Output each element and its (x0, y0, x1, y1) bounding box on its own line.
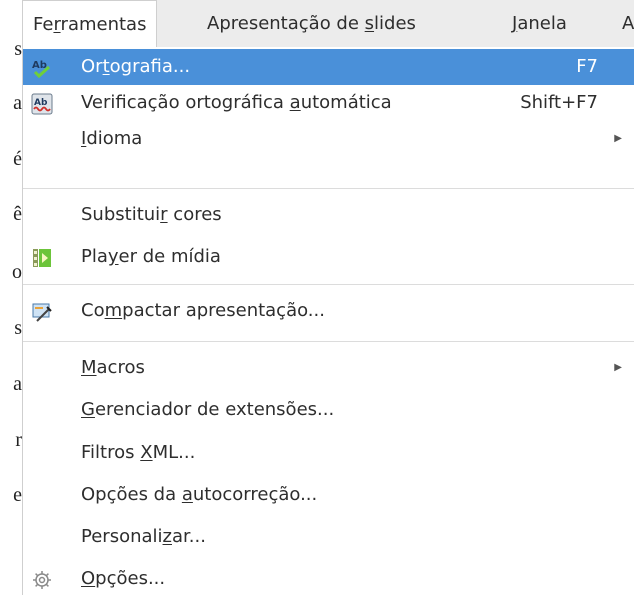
menu-label-part: lides (374, 13, 416, 34)
menu-item-verificacao-automatica[interactable]: Ab Verificação ortográfica automática Sh… (23, 85, 634, 121)
submenu-arrow-icon: ▶ (614, 133, 622, 144)
label-part: ografia... (109, 56, 191, 77)
label-mnemonic: r (160, 204, 168, 225)
menu-bar: Ferramentas Apresentação de slides Janel… (22, 0, 634, 48)
label-mnemonic: t (102, 56, 110, 77)
label-part: pções... (95, 568, 166, 589)
menu-item-opcoes[interactable]: Opções... (23, 561, 634, 597)
label-part: Personali (81, 526, 163, 547)
menu-item-label: Filtros XML... (81, 435, 195, 471)
label-part: dioma (86, 128, 143, 149)
label-mnemonic: m (104, 300, 123, 321)
label-part: utocorreção... (192, 484, 318, 505)
label-part: er de mídia (118, 246, 221, 267)
label-mnemonic: O (81, 568, 96, 589)
menu-janela[interactable]: Janela (502, 0, 577, 47)
submenu-arrow-icon: ▶ (614, 362, 622, 373)
menu-separator (23, 284, 634, 285)
label-part: cores (167, 204, 222, 225)
label-part: Or (81, 56, 103, 77)
label-part: acros (96, 357, 145, 378)
doc-letter: r (15, 429, 22, 451)
label-part: Substitui (81, 204, 161, 225)
tools-dropdown-menu: Ab Ortografia... F7 Ab Verificação ortog… (22, 47, 634, 595)
gear-icon (31, 568, 53, 590)
menu-separator (23, 188, 634, 189)
menu-item-label: Macros (81, 350, 145, 386)
label-part: ML... (152, 442, 196, 463)
menu-mnemonic: r (53, 14, 61, 35)
menu-item-label: Personalizar... (81, 519, 206, 555)
menu-ajuda[interactable]: A (612, 0, 634, 47)
menu-item-label: Verificação ortográfica automática (81, 85, 392, 121)
menu-label-part: Fe (33, 14, 54, 35)
menu-item-label: Substituir cores (81, 197, 222, 233)
doc-letter: a (13, 373, 22, 395)
doc-letter: s (14, 38, 22, 60)
label-part: Filtros (81, 442, 141, 463)
shortcut-label: F7 (576, 56, 598, 77)
menu-item-substituir-cores[interactable]: Substituir cores (23, 197, 634, 233)
shortcut-label: Shift+F7 (520, 92, 598, 113)
menu-item-compactar-apresentacao[interactable]: Compactar apresentação... (23, 293, 634, 329)
menu-item-label: Ortografia... (81, 49, 190, 85)
menu-item-label: Gerenciador de extensões... (81, 392, 334, 428)
label-mnemonic: z (162, 526, 172, 547)
label-mnemonic: a (289, 92, 301, 113)
media-player-icon (31, 246, 53, 268)
menu-item-personalizar[interactable]: Personalizar... (23, 519, 634, 555)
menu-item-label: Compactar apresentação... (81, 293, 325, 329)
menu-label-part: A (622, 13, 634, 34)
background-document: s a é ê o s a r e (0, 0, 22, 595)
menu-item-filtros-xml[interactable]: Filtros XML... (23, 435, 634, 471)
menu-item-gerenciador-extensoes[interactable]: Gerenciador de extensões... (23, 392, 634, 428)
doc-letter: é (13, 148, 22, 170)
menu-mnemonic: s (364, 13, 375, 34)
doc-letter: e (13, 484, 22, 506)
menu-item-label: Idioma (81, 121, 142, 157)
doc-letter: o (12, 261, 22, 283)
menu-item-opcoes-autocorrecao[interactable]: Opções da autocorreção... (23, 477, 634, 513)
label-part: pactar apresentação... (122, 300, 325, 321)
doc-letter: ê (13, 203, 22, 225)
menu-item-macros[interactable]: Macros ▶ (23, 350, 634, 386)
label-mnemonic: G (81, 399, 95, 420)
doc-letter: s (14, 317, 22, 339)
label-part: utomática (300, 92, 392, 113)
label-mnemonic: y (107, 246, 119, 267)
svg-text:Ab: Ab (34, 98, 48, 108)
menu-item-label: Player de mídia (81, 239, 221, 275)
label-mnemonic: a (181, 484, 193, 505)
doc-letter: a (13, 92, 22, 114)
label-mnemonic: X (140, 442, 153, 463)
spellcheck-icon: Ab (31, 56, 53, 79)
menu-ferramentas[interactable]: Ferramentas (22, 0, 158, 48)
menu-item-ortografia[interactable]: Ab Ortografia... F7 (23, 49, 634, 85)
label-part: ar... (171, 526, 206, 547)
compress-presentation-icon (31, 300, 53, 322)
menu-item-player-de-midia[interactable]: Player de mídia (23, 239, 634, 275)
label-part: Co (81, 300, 105, 321)
label-part: Pla (81, 246, 108, 267)
auto-spellcheck-icon: Ab (31, 92, 53, 115)
label-part: Opções da (81, 484, 182, 505)
menu-label-part: ramentas (60, 14, 147, 35)
menu-label-part: Apresentação de (207, 13, 365, 34)
label-part: Verificação ortográfica (81, 92, 290, 113)
menu-label-part: anela (517, 13, 567, 34)
menu-item-idioma[interactable]: Idioma ▶ (23, 121, 634, 157)
menu-item-label: Opções da autocorreção... (81, 477, 317, 513)
menu-item-label: Opções... (81, 561, 165, 597)
label-part: erenciador de extensões... (94, 399, 335, 420)
menu-separator (23, 341, 634, 342)
label-mnemonic: M (81, 357, 97, 378)
menu-apresentacao-de-slides[interactable]: Apresentação de slides (197, 0, 426, 47)
